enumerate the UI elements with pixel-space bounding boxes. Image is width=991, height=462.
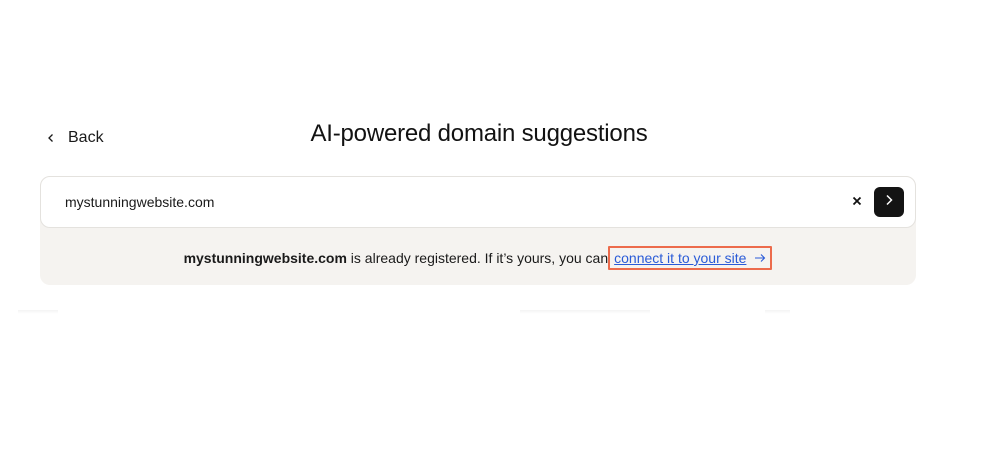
clear-search-button[interactable] <box>847 192 867 212</box>
faint-divider <box>520 310 650 314</box>
connect-domain-link[interactable]: connect it to your site <box>608 246 773 270</box>
faint-divider <box>18 310 58 314</box>
domain-registered-notice: mystunningwebsite.com is already registe… <box>40 246 916 270</box>
connect-link-label: connect it to your site <box>614 250 747 266</box>
domain-search-input[interactable] <box>65 177 825 227</box>
notice-text: is already registered. If it’s yours, yo… <box>346 250 609 266</box>
page: Back AI-powered domain suggestions mystu… <box>0 0 991 462</box>
faint-divider <box>765 310 790 314</box>
domain-search-panel: mystunningwebsite.com is already registe… <box>40 176 916 285</box>
page-title: AI-powered domain suggestions <box>310 120 648 147</box>
chevron-right-icon <box>884 193 894 211</box>
arrow-right-icon <box>754 250 766 266</box>
domain-search-box <box>40 176 916 228</box>
close-icon <box>852 193 862 211</box>
search-submit-button[interactable] <box>874 187 904 217</box>
registered-domain: mystunningwebsite.com <box>183 250 347 266</box>
